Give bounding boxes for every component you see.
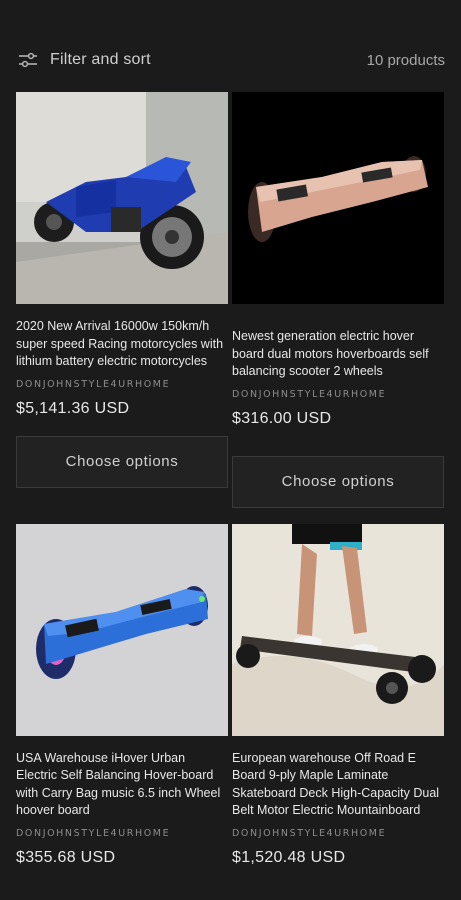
product-vendor: DONJOHNSTYLE4URHOME <box>232 827 387 839</box>
product-card[interactable]: 2020 New Arrival 16000w 150km/h super sp… <box>16 92 228 524</box>
product-grid-row-1: 2020 New Arrival 16000w 150km/h super sp… <box>0 92 461 524</box>
filter-bar: Filter and sort 10 products <box>0 28 461 92</box>
product-title[interactable]: Newest generation electric hover board d… <box>232 328 444 381</box>
product-price: $5,141.36 USD <box>16 399 130 417</box>
choose-options-button[interactable]: Choose options <box>16 435 228 488</box>
product-grid-row-2: USA Warehouse iHover Urban Electric Self… <box>0 523 461 867</box>
product-price: $355.68 USD <box>16 848 116 866</box>
choose-options-button[interactable]: Choose options <box>232 455 444 508</box>
product-vendor: DONJOHNSTYLE4URHOME <box>16 378 171 390</box>
filter-and-sort-label: Filter and sort <box>50 51 151 68</box>
product-title[interactable]: European warehouse Off Road E Board 9-pl… <box>232 750 444 820</box>
product-image-hoverboard-rose[interactable] <box>232 92 444 304</box>
filter-and-sort-button[interactable]: Filter and sort <box>18 51 151 69</box>
product-title[interactable]: 2020 New Arrival 16000w 150km/h super sp… <box>16 318 228 371</box>
product-card[interactable]: Newest generation electric hover board d… <box>232 92 444 524</box>
product-title[interactable]: USA Warehouse iHover Urban Electric Self… <box>16 750 228 820</box>
product-card[interactable]: European warehouse Off Road E Board 9-pl… <box>232 523 444 867</box>
sliders-icon <box>19 52 37 68</box>
product-count: 10 products <box>366 51 445 69</box>
status-bar-area <box>0 0 461 28</box>
product-card[interactable]: USA Warehouse iHover Urban Electric Self… <box>16 523 228 867</box>
product-image-mountainboard[interactable] <box>232 523 444 736</box>
product-price: $316.00 USD <box>232 409 332 427</box>
product-price: $1,520.48 USD <box>232 848 346 866</box>
product-image-hoverboard-blue[interactable] <box>16 523 228 736</box>
product-vendor: DONJOHNSTYLE4URHOME <box>232 388 387 400</box>
product-vendor: DONJOHNSTYLE4URHOME <box>16 827 171 839</box>
product-image-motorcycle[interactable] <box>16 92 228 304</box>
